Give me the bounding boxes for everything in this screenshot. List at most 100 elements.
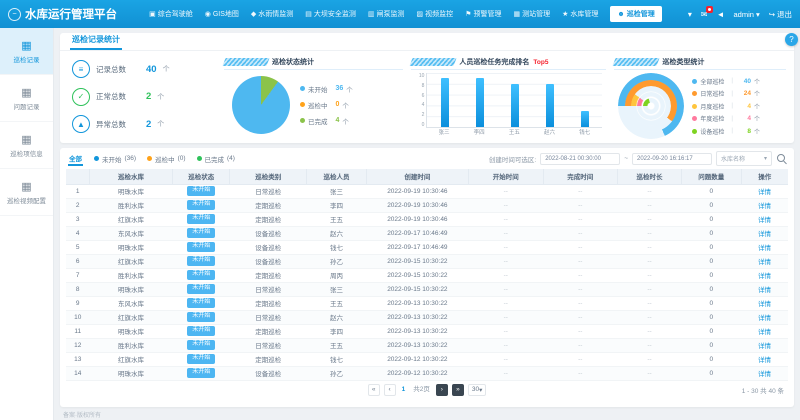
nav-item-2[interactable]: ◆水雨情监测 (251, 9, 293, 19)
cell-person: 李四 (307, 198, 367, 212)
detail-link[interactable]: 详情 (758, 357, 771, 364)
status-tab-2[interactable]: 巡检中(0) (147, 154, 185, 164)
detail-link[interactable]: 详情 (758, 287, 771, 294)
nav-item-3[interactable]: ▤大坝安全监测 (305, 9, 356, 19)
page-size-select[interactable]: 30▾ (468, 384, 487, 396)
radial-legend-unit: 个 (754, 114, 760, 123)
detail-link[interactable]: 详情 (758, 273, 771, 280)
cell-issues: 0 (681, 338, 741, 352)
sidebar-item-label: 巡检视频配置 (7, 195, 46, 205)
user-menu[interactable]: admin ▾ (734, 10, 760, 19)
tab-inspection-record-stats[interactable]: 巡检记录统计 (70, 32, 122, 50)
cell-category: 定期巡检 (230, 324, 307, 338)
clipboard-icon: ▦ (21, 133, 31, 146)
cell-reservoir: 红旗水库 (89, 254, 172, 268)
cell-category: 设备巡检 (230, 254, 307, 268)
status-tab-0[interactable]: 全部 (68, 151, 83, 166)
detail-link[interactable]: 详情 (758, 231, 771, 238)
nav-item-0[interactable]: ▣综合驾驶舱 (149, 9, 193, 19)
cell-reservoir: 东风水库 (89, 296, 172, 310)
detail-link[interactable]: 详情 (758, 217, 771, 224)
next-page-button[interactable]: › (436, 384, 448, 396)
nav-item-label: 水库管理 (570, 9, 598, 19)
kpi-unit: 个 (163, 64, 170, 74)
last-page-button[interactable]: » (452, 384, 464, 396)
sidebar-item-0[interactable]: ▦巡检记录 (0, 28, 53, 75)
speaker-icon[interactable]: ◄ (717, 10, 725, 19)
sidebar-item-1[interactable]: ▦问题记录 (0, 75, 53, 122)
detail-link[interactable]: 详情 (758, 371, 771, 378)
radial-legend-unit: 个 (754, 102, 760, 111)
cell-duration: -- (618, 198, 682, 212)
caret-down-icon[interactable]: ▾ (688, 10, 692, 19)
nav-item-8[interactable]: ★水库管理 (562, 9, 598, 19)
radial-legend-label: 日常巡检 (700, 89, 724, 98)
sidebar-item-2[interactable]: ▦巡检项信息 (0, 122, 53, 169)
message-icon[interactable]: ✉ (701, 10, 708, 19)
status-badge: 未开始 (187, 186, 215, 195)
date-end-input[interactable]: 2022-09-20 16:16:17 (632, 153, 712, 165)
nav-item-6[interactable]: ⚑预警管理 (465, 9, 501, 19)
cell-finish: -- (543, 338, 618, 352)
cell-category: 定期巡检 (230, 352, 307, 366)
table-row: 4东风水库未开始设备巡检赵六2022-09-17 10:46:49------0… (66, 226, 788, 240)
detail-link[interactable]: 详情 (758, 259, 771, 266)
legend-dot-icon (300, 86, 305, 91)
cell-created: 2022-09-13 10:30:22 (366, 310, 468, 324)
pie-legend-unit: 个 (346, 84, 353, 94)
date-start-input[interactable]: 2022-08-21 00:30:00 (540, 153, 620, 165)
cell-person: 王五 (307, 296, 367, 310)
pie-legend-item: 巡检中0个 (300, 100, 353, 110)
cell-finish: -- (543, 184, 618, 198)
nav-item-4[interactable]: ▥闸泵监测 (368, 9, 405, 19)
detail-link[interactable]: 详情 (758, 189, 771, 196)
table-row: 11明珠水库未开始定期巡检李四2022-09-13 10:30:22------… (66, 324, 788, 338)
cell-finish: -- (543, 282, 618, 296)
nav-item-9[interactable]: ☻巡检管理 (610, 6, 661, 22)
cell-issues: 0 (681, 184, 741, 198)
sidebar-item-3[interactable]: ▦巡检视频配置 (0, 169, 53, 216)
detail-link[interactable]: 详情 (758, 343, 771, 350)
column-header: 完成时间 (543, 169, 618, 184)
status-tab-count: (36) (125, 155, 137, 162)
prev-page-button[interactable]: ‹ (384, 384, 396, 396)
reservoir-select[interactable]: 水库名称▾ (716, 151, 772, 166)
cell-reservoir: 明珠水库 (89, 324, 172, 338)
first-page-button[interactable]: « (368, 384, 380, 396)
kpi-unit: 个 (157, 92, 164, 102)
detail-link[interactable]: 详情 (758, 315, 771, 322)
reservoir-icon: ★ (562, 10, 568, 18)
status-tab-1[interactable]: 未开始(36) (94, 154, 136, 164)
nav-item-1[interactable]: ◉GIS地图 (205, 9, 239, 19)
stats-card: 巡检记录统计 ≡记录总数40个✓正常总数2个▲异常总数2个 巡检状态统计 未开始… (60, 33, 794, 143)
cell-reservoir: 红旗水库 (89, 310, 172, 324)
detail-link[interactable]: 详情 (758, 203, 771, 210)
radial-title: 巡检类型统计 (662, 57, 704, 67)
bar-title: 人员巡检任务完成排名 (459, 57, 529, 67)
legend-dot-icon (692, 91, 697, 96)
logout-icon: ↪ (769, 10, 775, 19)
filter-right: 创建时间可选区: 2022-08-21 00:30:00 ~ 2022-09-2… (489, 151, 788, 166)
cell-start: -- (468, 198, 543, 212)
pie-legend-value: 36 (336, 85, 344, 92)
detail-link[interactable]: 详情 (758, 329, 771, 336)
nav-item-label: 综合驾驶舱 (158, 9, 193, 19)
help-float-button[interactable]: ? (785, 33, 798, 46)
cell-person: 王五 (307, 338, 367, 352)
detail-link[interactable]: 详情 (758, 301, 771, 308)
table-row: 9东风水库未开始定期巡检王五2022-09-13 10:30:22------0… (66, 296, 788, 310)
cell-person: 钱七 (307, 240, 367, 254)
cell-category: 定期巡检 (230, 198, 307, 212)
detail-link[interactable]: 详情 (758, 245, 771, 252)
status-tab-3[interactable]: 已完成(4) (197, 154, 235, 164)
logout-button[interactable]: ↪退出 (769, 9, 792, 20)
search-icon[interactable] (776, 153, 788, 165)
cell-status: 未开始 (172, 282, 230, 296)
status-badge: 未开始 (187, 228, 215, 237)
nav-item-7[interactable]: ▦测站管理 (513, 9, 550, 19)
patrol-icon: ☻ (617, 11, 624, 18)
nav-item-5[interactable]: ▨视频监控 (417, 9, 454, 19)
column-header: 创建时间 (366, 169, 468, 184)
status-dot-icon (94, 156, 99, 161)
bar-plot-wrap: 0246810 (415, 73, 602, 128)
